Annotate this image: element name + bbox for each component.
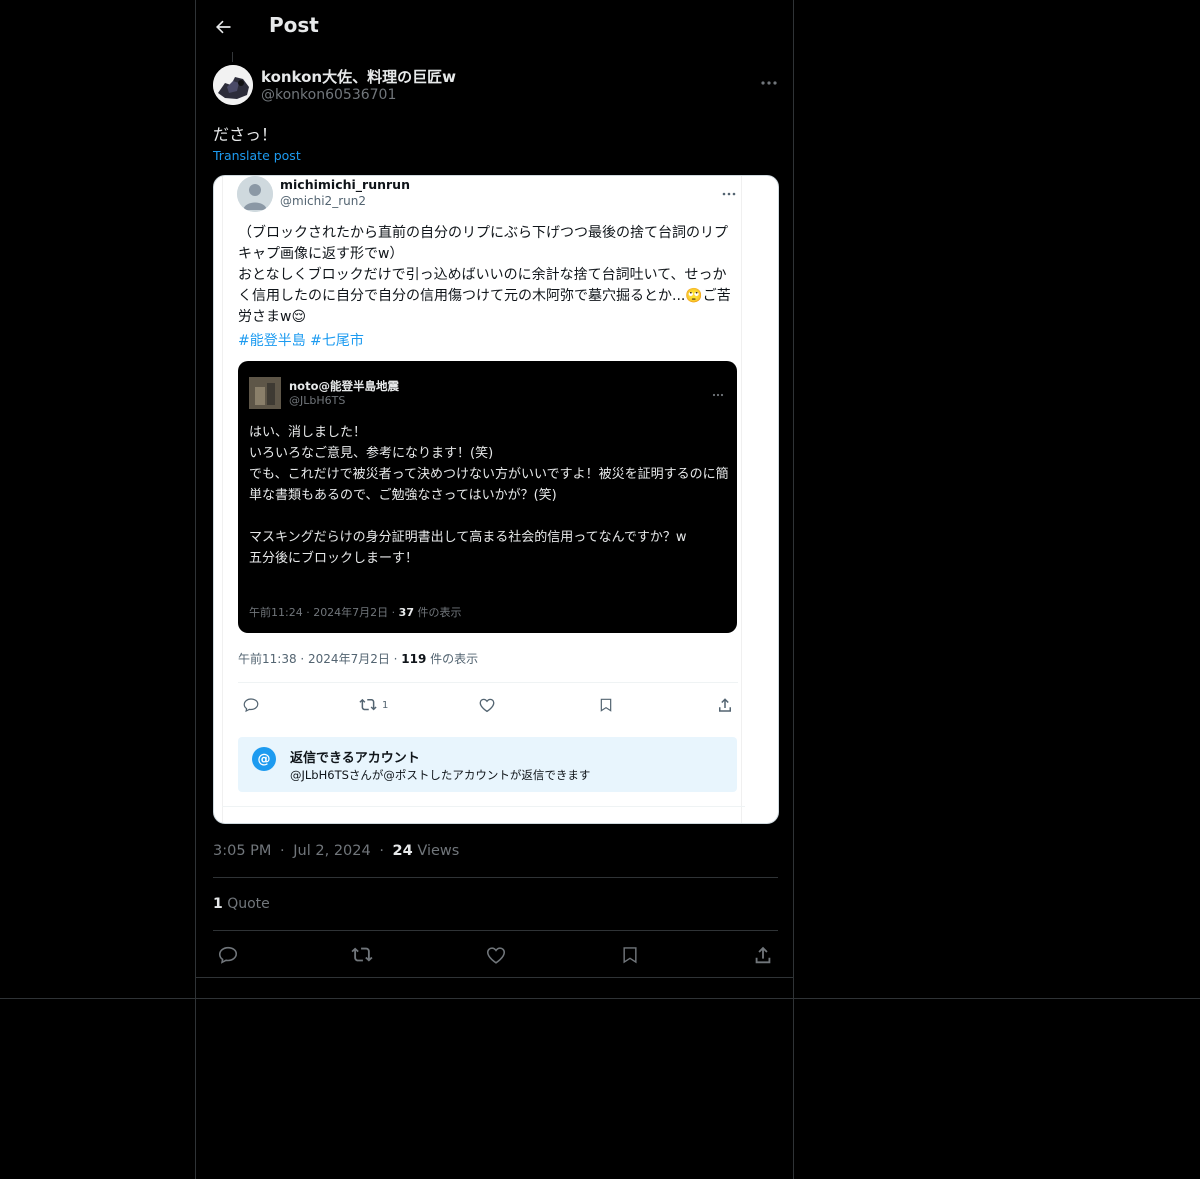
- embedded-hashtags: #能登半島 #七尾市: [238, 333, 364, 349]
- more-button[interactable]: [761, 72, 777, 85]
- embedded-author-handle: @michi2_run2: [280, 194, 366, 208]
- arrow-left-icon: [216, 20, 231, 34]
- post-meta: 3:05 PM · Jul 2, 2024 · 24 Views: [213, 843, 460, 859]
- embedded-share-icon: [716, 692, 734, 718]
- reply-button[interactable]: [213, 940, 243, 970]
- views-count: 24: [392, 843, 413, 859]
- reply-restriction-subtitle: @JLbH6TSさんが@ポストしたアカウントが返信できます: [290, 768, 591, 782]
- embedded-retweet-count: 1: [382, 699, 389, 711]
- embedded-meta: 午前11:38 · 2024年7月2日 · 119 件の表示: [238, 650, 478, 667]
- embedded-reply-icon: [242, 692, 260, 718]
- embedded-more-icon: [722, 182, 736, 196]
- quotes-link[interactable]: 1 Quote: [213, 896, 270, 912]
- embedded-divider: [222, 806, 745, 807]
- attached-image[interactable]: michimichi_runrun @michi2_run2 （ブロックされたか…: [213, 175, 779, 824]
- quote-meta-time: 午前11:24 · 2024年7月2日 ·: [249, 606, 399, 619]
- quote-more-icon: [712, 383, 724, 397]
- divider: [196, 977, 793, 978]
- embedded-meta-time: 午前11:38 · 2024年7月2日 ·: [238, 652, 402, 666]
- embedded-post-text: （ブロックされたから直前の自分のリプにぶら下げつつ最後の捨て台詞のリプキャプ画像…: [238, 225, 731, 325]
- thread-line: [232, 52, 233, 62]
- quote-label: Quote: [227, 896, 270, 912]
- views-label: Views: [417, 843, 460, 859]
- image-edge: [222, 176, 223, 823]
- page-title: Post: [269, 13, 319, 37]
- embedded-divider: [238, 682, 738, 683]
- share-icon: [755, 946, 771, 964]
- author-avatar[interactable]: [213, 65, 253, 105]
- reply-icon: [218, 946, 238, 964]
- quote-meta: 午前11:24 · 2024年7月2日 · 37 件の表示: [249, 604, 461, 620]
- heart-icon: [486, 947, 506, 964]
- at-sign-icon: @: [252, 747, 276, 771]
- quote-count: 1: [213, 896, 223, 912]
- quote-meta-views: 37: [398, 606, 414, 619]
- embedded-quote-tweet: noto@能登半島地震 @JLbH6TS はい、消しました！ いろいろなご意見、…: [238, 361, 737, 633]
- default-avatar-icon: [237, 176, 273, 212]
- author-name[interactable]: konkon大佐、料理の巨匠w: [261, 66, 456, 87]
- author-handle[interactable]: @konkon60536701: [261, 87, 396, 103]
- quote-text: はい、消しました！ いろいろなご意見、参考になります！(笑) でも、これだけで被…: [249, 425, 729, 566]
- more-horizontal-icon: [761, 81, 777, 85]
- quote-author-name: noto@能登半島地震: [289, 379, 399, 393]
- post-header: Post: [196, 0, 793, 53]
- embedded-meta-views: 119: [401, 652, 427, 666]
- reply-restriction-title: 返信できるアカウント: [290, 751, 420, 766]
- avatar-image: [213, 65, 253, 105]
- embedded-retweet: 1: [358, 692, 388, 718]
- embedded-meta-views-label: 件の表示: [426, 652, 479, 666]
- embedded-retweet-icon: [359, 698, 377, 711]
- embedded-bookmark-icon: [598, 692, 614, 718]
- divider: [213, 877, 778, 878]
- embedded-action-bar: 1: [238, 692, 738, 718]
- embedded-author-name: michimichi_runrun: [280, 177, 410, 192]
- quote-avatar: [249, 377, 281, 409]
- like-button[interactable]: [481, 940, 511, 970]
- post-text: ださっ！: [213, 125, 278, 144]
- divider: [213, 930, 778, 931]
- post-date[interactable]: Jul 2, 2024: [293, 843, 370, 859]
- translate-post-link[interactable]: Translate post: [213, 148, 301, 163]
- retweet-button[interactable]: [347, 940, 377, 970]
- embedded-like-icon: [478, 692, 496, 718]
- main-column: Post konkon大佐、料理の巨匠w @konkon60536701 ださっ…: [195, 0, 794, 1179]
- embedded-avatar: [237, 176, 273, 212]
- bookmark-icon: [623, 947, 637, 964]
- back-button[interactable]: [210, 14, 236, 40]
- image-edge: [741, 176, 742, 823]
- reply-restriction-box: @ 返信できるアカウント @JLbH6TSさんが@ポストしたアカウントが返信でき…: [238, 737, 737, 792]
- bookmark-button[interactable]: [615, 940, 645, 970]
- share-button[interactable]: [748, 940, 778, 970]
- action-bar: [213, 940, 778, 970]
- post-time[interactable]: 3:05 PM: [213, 843, 271, 859]
- retweet-icon: [351, 947, 373, 962]
- quote-meta-views-label: 件の表示: [413, 606, 462, 619]
- quote-author-handle: @JLbH6TS: [289, 394, 346, 407]
